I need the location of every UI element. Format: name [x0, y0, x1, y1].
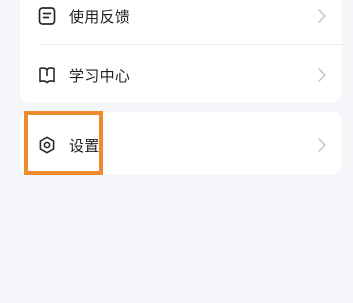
menu-item-label: 使用反馈 [69, 7, 131, 26]
chevron-right-icon [317, 8, 327, 24]
feedback-icon [38, 7, 56, 25]
chevron-right-icon [317, 137, 327, 153]
settings-highlight-box [24, 111, 103, 175]
menu-item-feedback[interactable]: 使用反馈 [20, 1, 342, 31]
menu-item-learning-center[interactable]: 学习中心 [20, 60, 342, 90]
chevron-right-icon [317, 67, 327, 83]
book-icon [38, 66, 56, 84]
divider [38, 44, 342, 45]
menu-item-label: 学习中心 [69, 66, 131, 85]
menu-card-top: 使用反馈 学习中心 [20, 0, 342, 103]
